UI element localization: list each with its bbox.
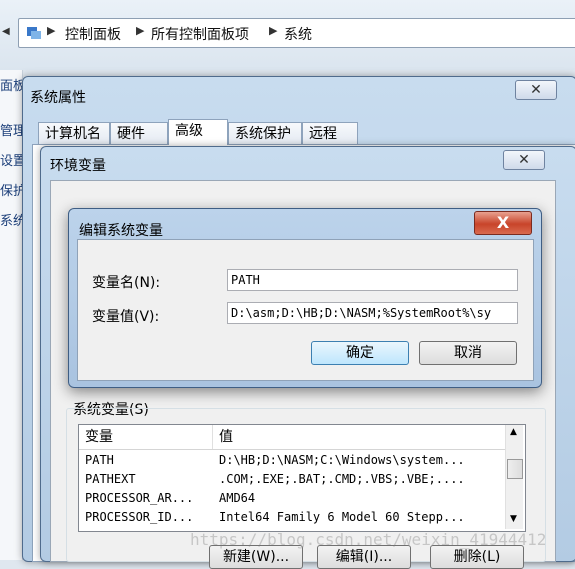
table-row[interactable]: PROCESSOR_AR... <box>85 489 193 508</box>
left-pane: 面板 管理 设置 保护 系统 <box>0 70 23 560</box>
left-pane-item[interactable]: 系统 <box>0 210 22 229</box>
table-row[interactable]: PATHEXT <box>85 470 136 489</box>
list-scrollbar[interactable]: ▲ ▼ <box>505 425 523 529</box>
variable-value-label: 变量值(V): <box>92 309 160 325</box>
variable-value-input[interactable]: D:\asm;D:\HB;D:\NASM;%SystemRoot%\sy <box>227 302 518 324</box>
var-name: PATHEXT <box>85 472 136 486</box>
close-icon[interactable]: ✕ <box>515 80 557 100</box>
breadcrumb-sep-icon: ▶ <box>47 24 56 37</box>
close-icon[interactable]: X <box>474 211 532 235</box>
scroll-up-icon[interactable]: ▲ <box>510 427 517 437</box>
ok-button[interactable]: 确定 <box>311 341 409 365</box>
var-value: D:\HB;D:\NASM;C:\Windows\system... <box>219 453 465 467</box>
dialog-title: 系统属性 <box>30 90 86 106</box>
breadcrumb-item[interactable]: 控制面板 <box>65 24 121 44</box>
tab-advanced[interactable]: 高级 <box>168 119 228 145</box>
scroll-thumb[interactable] <box>507 459 523 479</box>
left-pane-item[interactable]: 保护 <box>0 180 22 199</box>
var-name: PROCESSOR_ID... <box>85 510 194 524</box>
breadcrumb-item[interactable]: 系统 <box>284 24 312 44</box>
table-row[interactable]: PROCESSOR_ID... <box>85 508 193 527</box>
var-value: AMD64 <box>219 491 256 505</box>
breadcrumb[interactable]: ▶ 控制面板 ▶ 所有控制面板项 ▶ 系统 <box>18 18 575 48</box>
dialog-title: 编辑系统变量 <box>79 223 163 239</box>
variable-name-input[interactable]: PATH <box>227 269 518 291</box>
var-name: PATH <box>85 453 114 467</box>
column-header-variable[interactable]: 变量 <box>85 425 113 449</box>
variable-name-label: 变量名(N): <box>92 275 161 291</box>
tab-system-protection[interactable]: 系统保护 <box>228 122 302 144</box>
watermark: https://blog.csdn.net/weixin_41944412 <box>190 530 547 549</box>
table-row[interactable]: PATH <box>85 451 114 470</box>
column-header-value[interactable]: 值 <box>219 425 233 449</box>
control-panel-icon <box>27 27 41 39</box>
dialog-title: 环境变量 <box>50 158 106 174</box>
breadcrumb-item[interactable]: 所有控制面板项 <box>151 24 249 44</box>
scroll-down-icon[interactable]: ▼ <box>510 514 517 524</box>
breadcrumb-sep-icon: ▶ <box>269 24 278 37</box>
tab-hardware[interactable]: 硬件 <box>110 122 168 144</box>
left-pane-item[interactable]: 设置 <box>0 150 22 169</box>
left-pane-item[interactable]: 面板 <box>0 75 22 94</box>
tab-remote[interactable]: 远程 <box>302 122 358 144</box>
tab-computer-name[interactable]: 计算机名 <box>38 122 110 144</box>
var-value: .COM;.EXE;.BAT;.CMD;.VBS;.VBE;.... <box>219 472 465 486</box>
close-icon[interactable]: ✕ <box>503 150 545 170</box>
var-value: Intel64 Family 6 Model 60 Stepp... <box>219 510 465 524</box>
list-header: 变量 值 <box>79 425 506 450</box>
back-chevron-icon[interactable]: ◀ <box>2 26 10 37</box>
left-pane-item[interactable]: 管理 <box>0 120 22 139</box>
cancel-button[interactable]: 取消 <box>419 341 517 365</box>
var-name: PROCESSOR_AR... <box>85 491 194 505</box>
breadcrumb-sep-icon: ▶ <box>136 24 145 37</box>
system-vars-list[interactable]: 变量 值 PATH D:\HB;D:\NASM;C:\Windows\syste… <box>78 424 526 532</box>
